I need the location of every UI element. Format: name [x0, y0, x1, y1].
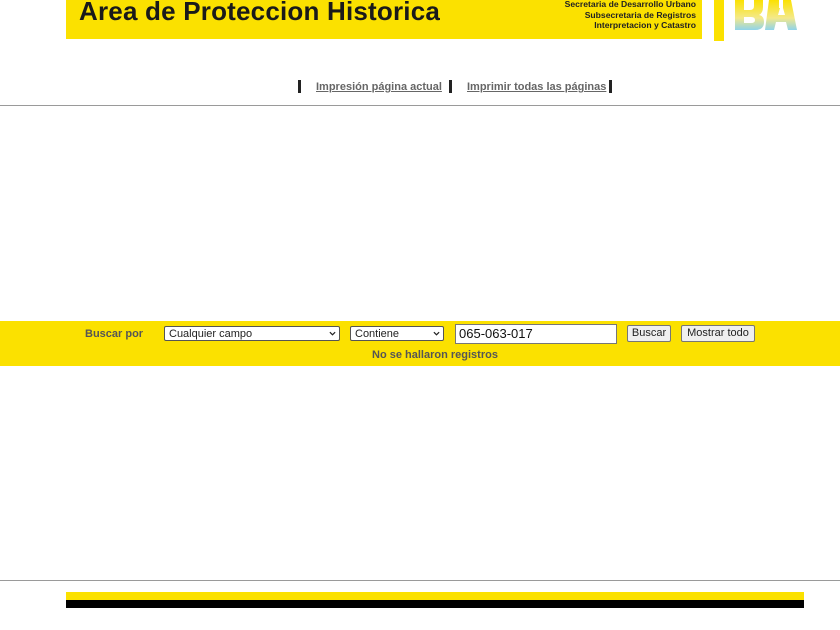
search-label: Buscar por: [85, 328, 144, 340]
search-input-value: 065-063-017: [459, 326, 533, 341]
search-bar: Buscar por Cualquier campo Contiene 065-…: [0, 321, 840, 366]
print-current-page-link[interactable]: Impresión página actual: [316, 81, 442, 93]
search-operator-value: Contiene: [355, 328, 400, 340]
search-operator-select[interactable]: Contiene: [350, 326, 444, 341]
search-field-select[interactable]: Cualquier campo: [164, 326, 340, 341]
separator: [609, 80, 612, 93]
subtitle-line-3: Interpretacion y Catastro: [594, 20, 696, 31]
no-results-message: No se hallaron registros: [372, 349, 498, 361]
search-field-value: Cualquier campo: [169, 328, 253, 340]
subtitle-line-1: Secretaria de Desarrollo Urbano: [564, 0, 696, 9]
header-banner: Area de Proteccion Historica Secretaria …: [66, 0, 702, 39]
header-accent-bar: [714, 0, 724, 41]
page-title: Area de Proteccion Historica: [79, 0, 441, 26]
footer-black-stripe: [66, 600, 804, 608]
ba-logo-icon: BA: [735, 0, 797, 30]
show-all-button[interactable]: Mostrar todo: [681, 325, 755, 342]
search-input[interactable]: 065-063-017: [455, 324, 617, 344]
separator: [449, 80, 452, 93]
chevron-down-icon: [329, 331, 336, 336]
top-divider: [0, 105, 840, 106]
bottom-divider: [0, 580, 840, 581]
print-links: Impresión página actual Imprimir todas l…: [0, 80, 840, 96]
header-subtitle: Secretaria de Desarrollo Urbano Subsecre…: [565, 0, 696, 31]
subtitle-line-2: Subsecretaria de Registros: [584, 9, 696, 20]
print-all-pages-link[interactable]: Imprimir todas las páginas: [467, 81, 606, 93]
separator: [298, 80, 301, 93]
chevron-down-icon: [433, 331, 440, 336]
footer-yellow-stripe: [66, 592, 804, 600]
search-button[interactable]: Buscar: [627, 325, 671, 342]
